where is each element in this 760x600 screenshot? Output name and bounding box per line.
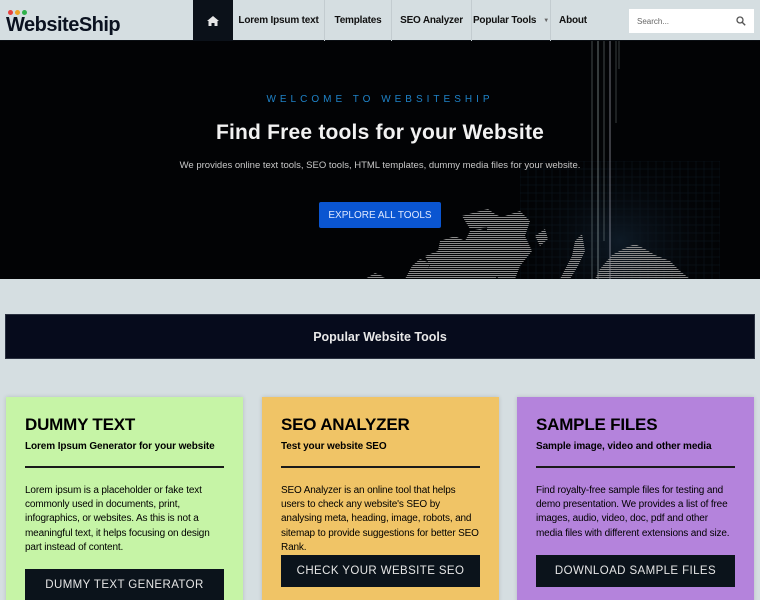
nav-home[interactable]	[193, 0, 233, 41]
nav-label: About	[559, 15, 587, 26]
navbar: WebsiteShip Lorem Ipsum text Templates S…	[0, 0, 760, 41]
hero-subtitle: We provides online text tools, SEO tools…	[179, 160, 581, 171]
nav-lorem-ipsum-text[interactable]: Lorem Ipsum text	[233, 0, 325, 41]
nav-popular-tools[interactable]: Popular Tools ▼	[472, 0, 551, 41]
chevron-down-icon: ▼	[543, 17, 550, 24]
nav-about[interactable]: About	[551, 0, 595, 41]
explore-all-tools-button[interactable]: EXPLORE ALL TOOLS	[319, 202, 441, 228]
nav-label: Lorem Ipsum text	[238, 15, 319, 26]
nav-seo-analyzer[interactable]: SEO Analyzer	[392, 0, 472, 41]
search-icon[interactable]	[736, 16, 746, 26]
nav-label: Popular Tools	[472, 15, 537, 26]
card-divider	[536, 466, 735, 468]
card-subtitle: Test your website SEO	[281, 441, 387, 452]
nav-templates[interactable]: Templates	[325, 0, 392, 41]
main-nav: Lorem Ipsum text Templates SEO Analyzer …	[193, 0, 595, 41]
home-icon	[207, 15, 219, 26]
brand-name: WebsiteShip	[6, 14, 121, 36]
card-description: SEO Analyzer is an online tool that help…	[281, 485, 479, 553]
tool-card-sample-files: SAMPLE FILES Sample image, video and oth…	[517, 397, 754, 600]
card-title: DUMMY TEXT	[25, 415, 136, 434]
nav-label: Templates	[334, 15, 382, 26]
tool-card-seo-analyzer: SEO ANALYZER Test your website SEO SEO A…	[262, 397, 499, 600]
search-input[interactable]	[637, 16, 732, 26]
nav-label: SEO Analyzer	[400, 15, 463, 26]
card-title: SEO ANALYZER	[281, 415, 410, 434]
hero-title: Find Free tools for your Website	[215, 121, 545, 144]
check-website-seo-button[interactable]: CHECK YOUR WEBSITE SEO	[281, 555, 480, 587]
card-description: Find royalty-free sample files for testi…	[536, 485, 730, 539]
hero-eyebrow: WELCOME TO WEBSITESHIP	[266, 94, 494, 105]
card-divider	[281, 466, 480, 468]
download-sample-files-button[interactable]: DOWNLOAD SAMPLE FILES	[536, 555, 735, 587]
card-title: SAMPLE FILES	[536, 415, 658, 434]
card-subtitle: Lorem Ipsum Generator for your website	[25, 441, 215, 452]
card-description: Lorem ipsum is a placeholder or fake tex…	[25, 485, 210, 553]
card-divider	[25, 466, 224, 468]
search-box	[629, 9, 754, 33]
section-title: Popular Website Tools	[313, 329, 447, 344]
tool-card-dummy-text: DUMMY TEXT Lorem Ipsum Generator for you…	[6, 397, 243, 600]
card-subtitle: Sample image, video and other media	[536, 441, 712, 452]
dummy-text-generator-button[interactable]: DUMMY TEXT GENERATOR	[25, 569, 224, 600]
hero-section: WELCOME TO WEBSITESHIP Find Free tools f…	[0, 41, 760, 279]
section-heading-bar: Popular Website Tools	[5, 314, 755, 359]
